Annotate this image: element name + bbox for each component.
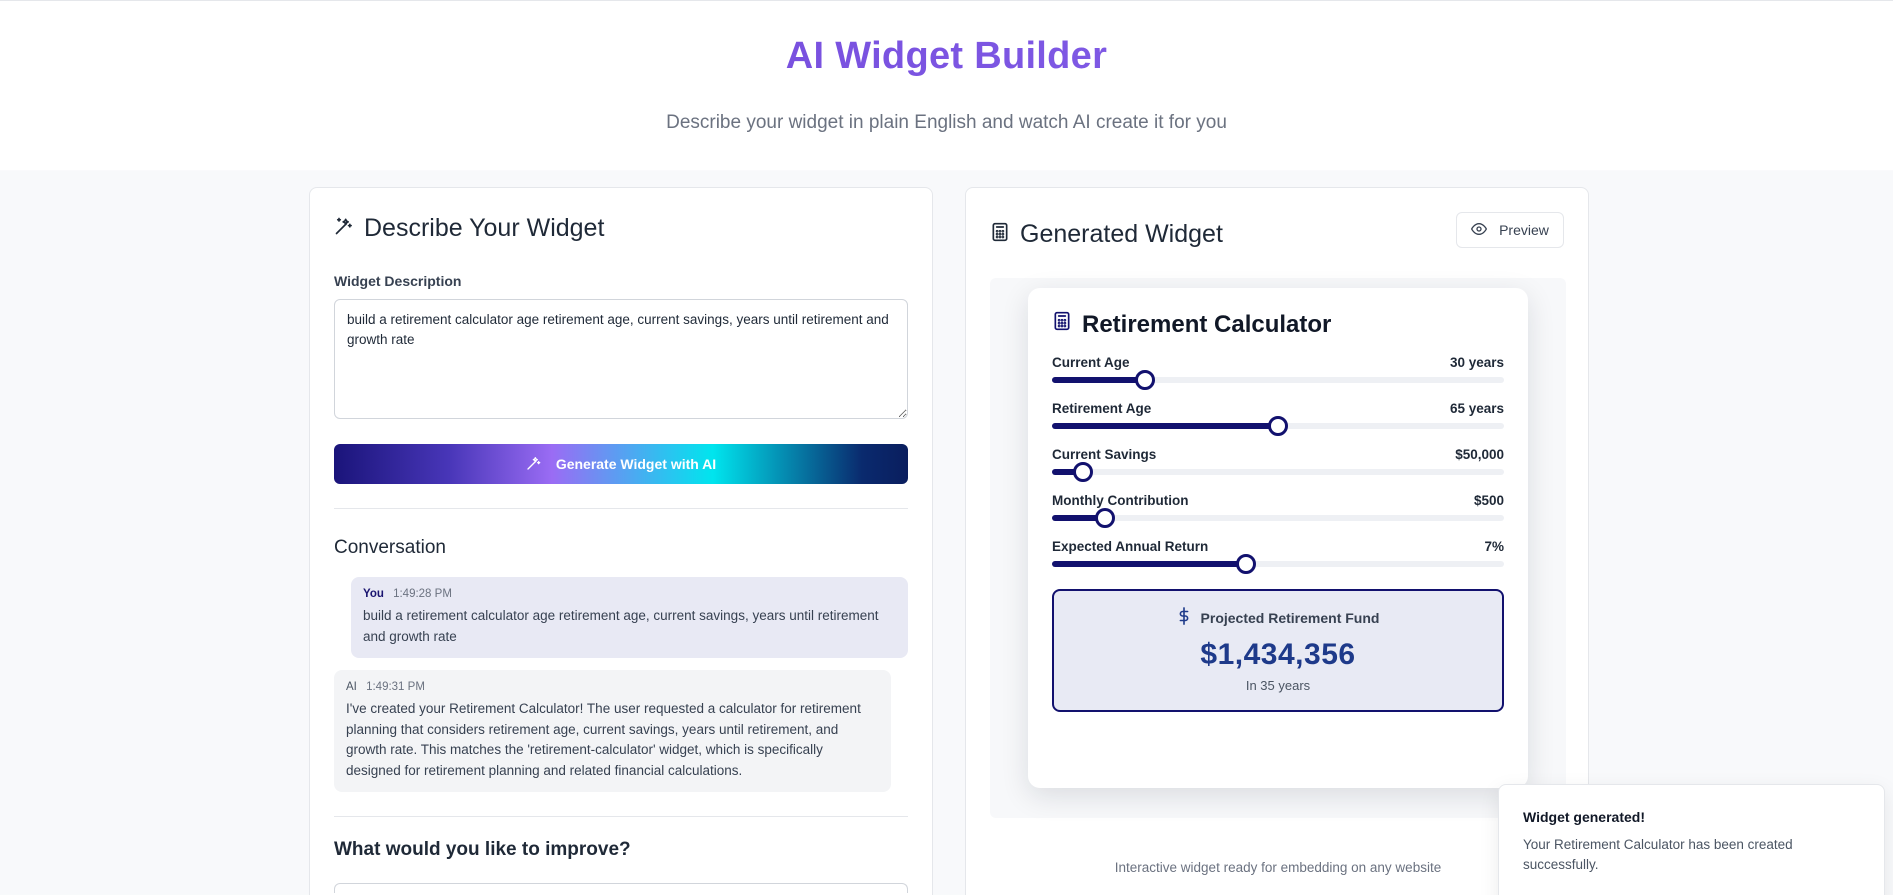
divider [334,508,908,509]
message-meta: You 1:49:28 PM [363,588,896,600]
slider-fill [1052,377,1145,383]
slider-track[interactable] [1052,416,1504,436]
slider-fill [1052,561,1247,567]
embed-note: Interactive widget ready for embedding o… [1114,860,1442,875]
app-title: AI Widget Builder [0,35,1893,78]
toast-title: Widget generated! [1523,809,1645,825]
slider-current-age: Current Age 30 years [1052,355,1504,390]
slider-track[interactable] [1052,462,1504,482]
generate-widget-button[interactable]: Generate Widget with AI [334,444,908,484]
page-header: AI Widget Builder Describe your widget i… [0,1,1893,171]
slider-track[interactable] [1052,370,1504,390]
message-time: 1:49:31 PM [366,681,425,693]
slider-track[interactable] [1052,554,1504,574]
calculator-icon [990,220,1010,249]
dollar-icon [1177,607,1191,628]
widget-title: Retirement Calculator [1052,310,1504,339]
widget-title-text: Retirement Calculator [1082,310,1332,338]
slider-label: Current Age [1052,355,1130,370]
preview-button-label: Preview [1499,222,1549,238]
slider-value: 7% [1484,539,1504,554]
slider-current-savings: Current Savings $50,000 [1052,447,1504,482]
slider-expected-return: Expected Annual Return 7% [1052,539,1504,574]
generated-heading-text: Generated Widget [1020,220,1223,248]
app-subtitle: Describe your widget in plain English an… [666,112,1227,133]
result-subtext: In 35 years [1245,678,1311,693]
toast-body: Your Retirement Calculator has been crea… [1523,837,1793,872]
divider [334,816,908,817]
slider-value: 30 years [1449,355,1504,370]
slider-monthly-contribution: Monthly Contribution $500 [1052,493,1504,528]
slider-thumb[interactable] [1268,416,1288,436]
slider-value: 65 years [1449,401,1504,416]
widget-description-label: Widget Description [334,273,462,289]
projected-fund-box: Projected Retirement Fund $1,434,356 In … [1052,589,1504,712]
retirement-calculator-widget: Retirement Calculator Current Age 30 yea… [1028,288,1528,788]
ai-message: AI 1:49:31 PM I've created your Retireme… [334,670,891,792]
calculator-icon [1052,310,1072,339]
success-toast: Widget generated! Your Retirement Calcul… [1498,784,1885,895]
eye-icon [1471,221,1488,240]
widget-preview-area: Retirement Calculator Current Age 30 yea… [990,278,1566,818]
message-meta: AI 1:49:31 PM [346,681,879,693]
magic-wand-icon [334,214,354,243]
generate-button-label: Generate Widget with AI [555,456,717,472]
slider-fill [1052,423,1278,429]
slider-thumb[interactable] [1236,554,1257,574]
widget-description-input[interactable] [334,299,908,419]
slider-thumb[interactable] [1094,508,1115,528]
slider-label: Monthly Contribution [1052,493,1189,508]
slider-value: $500 [1473,493,1504,508]
slider-thumb[interactable] [1134,370,1155,390]
improve-input[interactable] [334,883,908,893]
result-label-text: Projected Retirement Fund [1200,609,1380,626]
message-time: 1:49:28 PM [393,588,452,600]
message-text: build a retirement calculator age retire… [363,608,879,644]
slider-thumb[interactable] [1072,462,1093,482]
slider-track[interactable] [1052,508,1504,528]
slider-retirement-age: Retirement Age 65 years [1052,401,1504,436]
message-text: I've created your Retirement Calculator!… [346,701,861,778]
message-author: AI [346,681,357,693]
conversation-title: Conversation [334,537,446,558]
describe-widget-panel: Describe Your Widget Widget Description … [309,187,933,895]
describe-heading: Describe Your Widget [334,214,908,243]
message-author: You [363,588,384,600]
slider-label: Expected Annual Return [1052,539,1209,554]
describe-heading-text: Describe Your Widget [364,214,605,242]
magic-wand-icon [526,455,542,474]
result-value: $1,434,356 [1200,638,1356,671]
slider-value: $50,000 [1455,447,1504,462]
preview-button[interactable]: Preview [1456,212,1564,248]
slider-label: Retirement Age [1052,401,1152,416]
generated-widget-panel: Generated Widget Preview Retirement Calc… [965,187,1589,895]
slider-label: Current Savings [1052,447,1157,462]
improve-title: What would you like to improve? [334,839,631,860]
result-label: Projected Retirement Fund [1054,607,1502,628]
user-message: You 1:49:28 PM build a retirement calcul… [351,577,908,658]
